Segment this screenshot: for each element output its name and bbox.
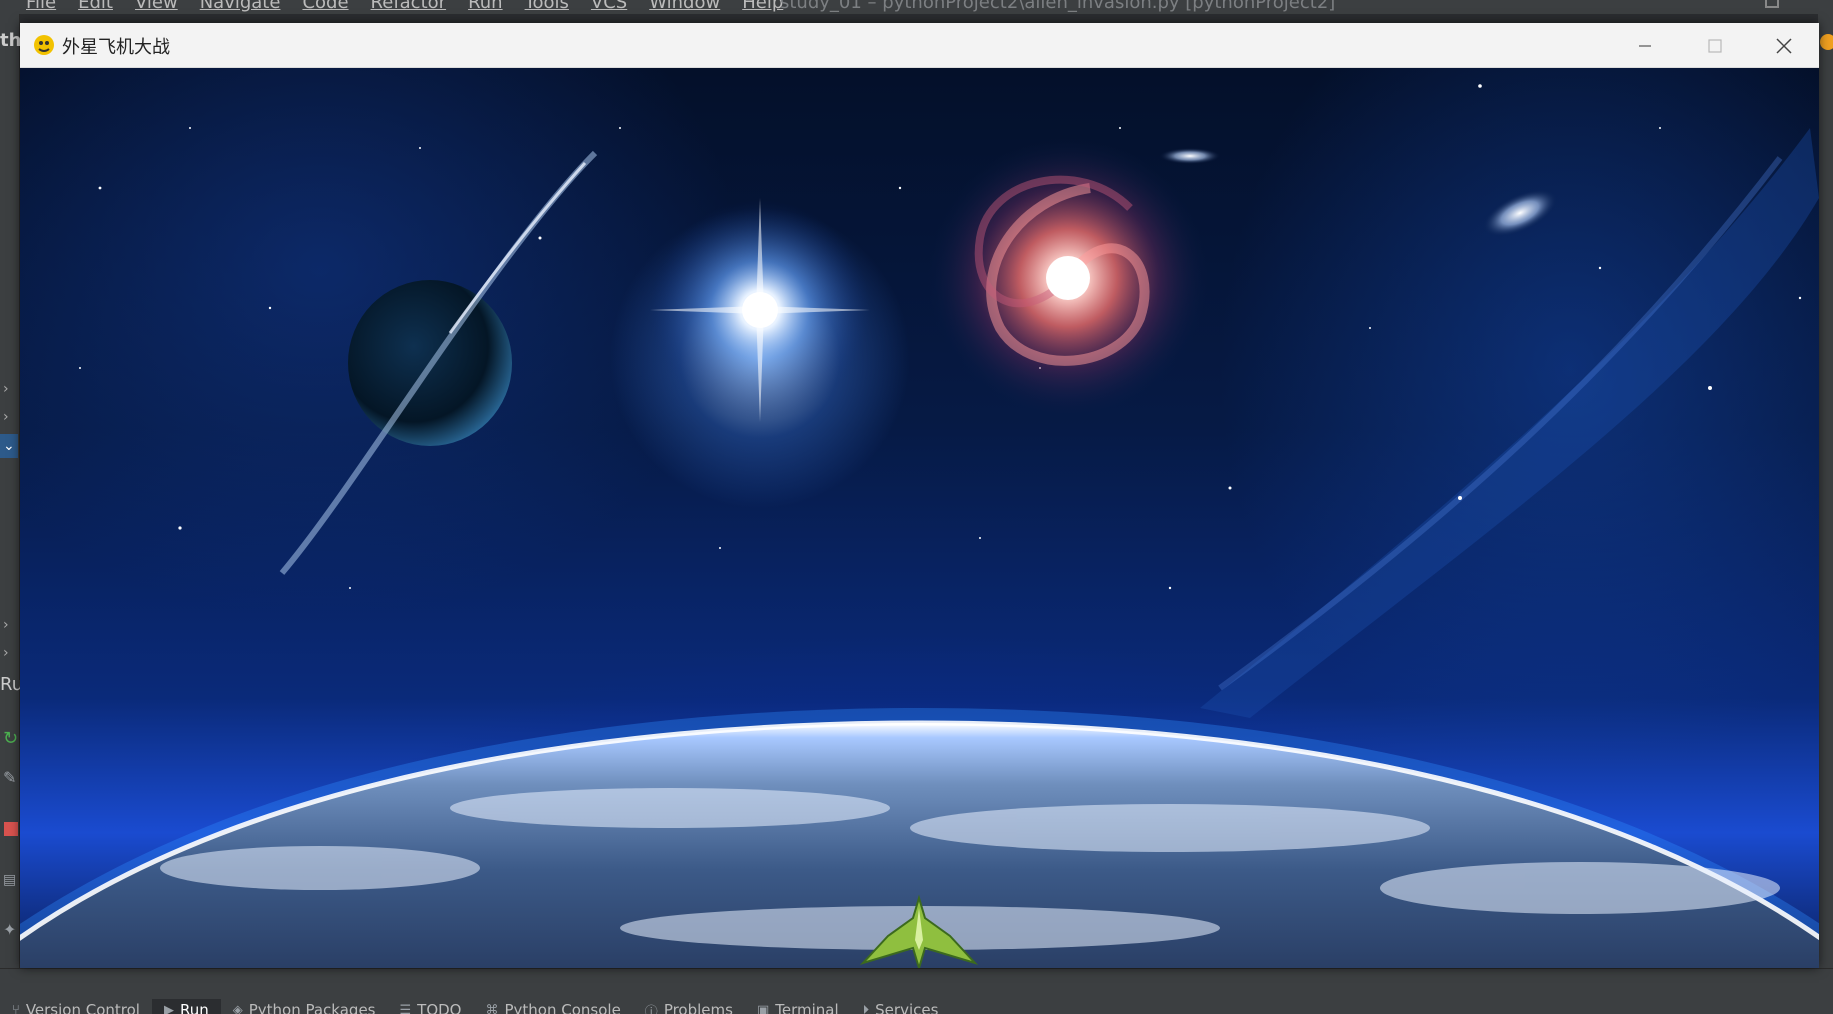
menu-window[interactable]: Window (649, 0, 720, 13)
stop-icon[interactable] (4, 822, 18, 836)
ringed-planet (279, 150, 598, 575)
layout-icon[interactable]: ▤ (3, 872, 16, 888)
maximize-icon (1708, 38, 1722, 53)
ide-right-toolwindow-strip (1818, 14, 1833, 974)
close-button[interactable] (1749, 23, 1819, 68)
wrench-icon[interactable]: ✎ (3, 768, 16, 787)
tab-label: Python Packages (248, 1001, 376, 1014)
menu-edit[interactable]: Edit (78, 0, 113, 13)
tab-label: Services (875, 1001, 939, 1014)
notification-badge-icon[interactable] (1820, 34, 1833, 50)
terminal-icon: ▣ (756, 1002, 770, 1014)
bright-star (650, 198, 870, 422)
menu-view[interactable]: View (135, 0, 178, 13)
close-icon (1776, 37, 1792, 54)
ide-bottom-toolbar: ⑂ Version Control ▶ Run ◈ Python Package… (0, 968, 1833, 1014)
small-galaxy (1160, 148, 1220, 164)
tab-run[interactable]: ▶ Run (151, 999, 221, 1014)
starfield (79, 84, 1802, 590)
tab-python-console[interactable]: ⌘ Python Console (473, 999, 632, 1014)
ide-window-title: study_01 – pythonProject2\alien_invasion… (780, 0, 1336, 13)
menu-refactor[interactable]: Refactor (371, 0, 447, 13)
chevron-right-icon[interactable]: › (3, 618, 15, 632)
rerun-icon[interactable]: ↻ (3, 728, 18, 749)
game-canvas[interactable] (20, 68, 1819, 968)
tab-label: Problems (663, 1001, 733, 1014)
chevron-right-icon[interactable]: › (3, 410, 15, 424)
tab-services[interactable]: ⏵ Services (851, 999, 951, 1014)
layers-icon: ◈ (232, 1002, 243, 1014)
maximize-button[interactable] (1680, 23, 1750, 68)
chevron-down-icon[interactable]: ⌄ (0, 434, 18, 458)
spiral-galaxy (928, 138, 1208, 418)
python-icon: ⌘ (485, 1002, 499, 1014)
small-galaxy (1482, 189, 1558, 237)
menu-code[interactable]: Code (302, 0, 348, 13)
pin-icon[interactable]: ✦ (3, 920, 16, 939)
tab-todo[interactable]: ☰ TODO (388, 999, 474, 1014)
tab-label: Python Console (504, 1001, 621, 1014)
minimize-button[interactable] (1610, 23, 1680, 68)
tab-terminal[interactable]: ▣ Terminal (745, 999, 851, 1014)
tab-label: Terminal (775, 1001, 839, 1014)
ide-menubar: File Edit View Navigate Code Refactor Ru… (0, 0, 1833, 14)
menu-run[interactable]: Run (468, 0, 503, 13)
restore-icon[interactable] (1765, 0, 1779, 8)
chevron-right-icon[interactable]: › (3, 646, 15, 660)
game-window-title: 外星飞机大战 (62, 37, 170, 58)
menu-file[interactable]: File (26, 0, 56, 13)
ide-left-toolwindow-strip: th › › ⌄ › › Ru ↻ ✎ ▤ ✦ (0, 14, 23, 974)
ide-menu: File Edit View Navigate Code Refactor Ru… (26, 0, 783, 13)
menu-help[interactable]: Help (742, 0, 783, 13)
tab-label: Run (179, 1001, 209, 1014)
info-icon: ⓘ (644, 1004, 658, 1014)
game-window-titlebar[interactable]: 外星飞机大战 (20, 23, 1819, 68)
space-background (20, 84, 1819, 968)
play-icon: ▶ (163, 1002, 174, 1014)
play-circle-icon: ⏵ (862, 1002, 870, 1014)
game-window[interactable]: 外星飞机大战 (20, 23, 1819, 968)
tab-version-control[interactable]: ⑂ Version Control (0, 999, 152, 1014)
tab-label: TODO (417, 1001, 462, 1014)
tab-label: Version Control (25, 1001, 140, 1014)
tab-problems[interactable]: ⓘ Problems (633, 999, 745, 1014)
minimize-icon (1639, 44, 1651, 47)
project-label: th (0, 30, 22, 51)
menu-vcs[interactable]: VCS (591, 0, 627, 13)
tab-python-packages[interactable]: ◈ Python Packages (221, 999, 388, 1014)
list-icon: ☰ (399, 1002, 412, 1014)
chevron-right-icon[interactable]: › (3, 382, 15, 396)
menu-tools[interactable]: Tools (525, 0, 569, 13)
branch-icon: ⑂ (12, 1002, 20, 1014)
pygame-snake-icon (34, 35, 54, 55)
menu-navigate[interactable]: Navigate (200, 0, 281, 13)
